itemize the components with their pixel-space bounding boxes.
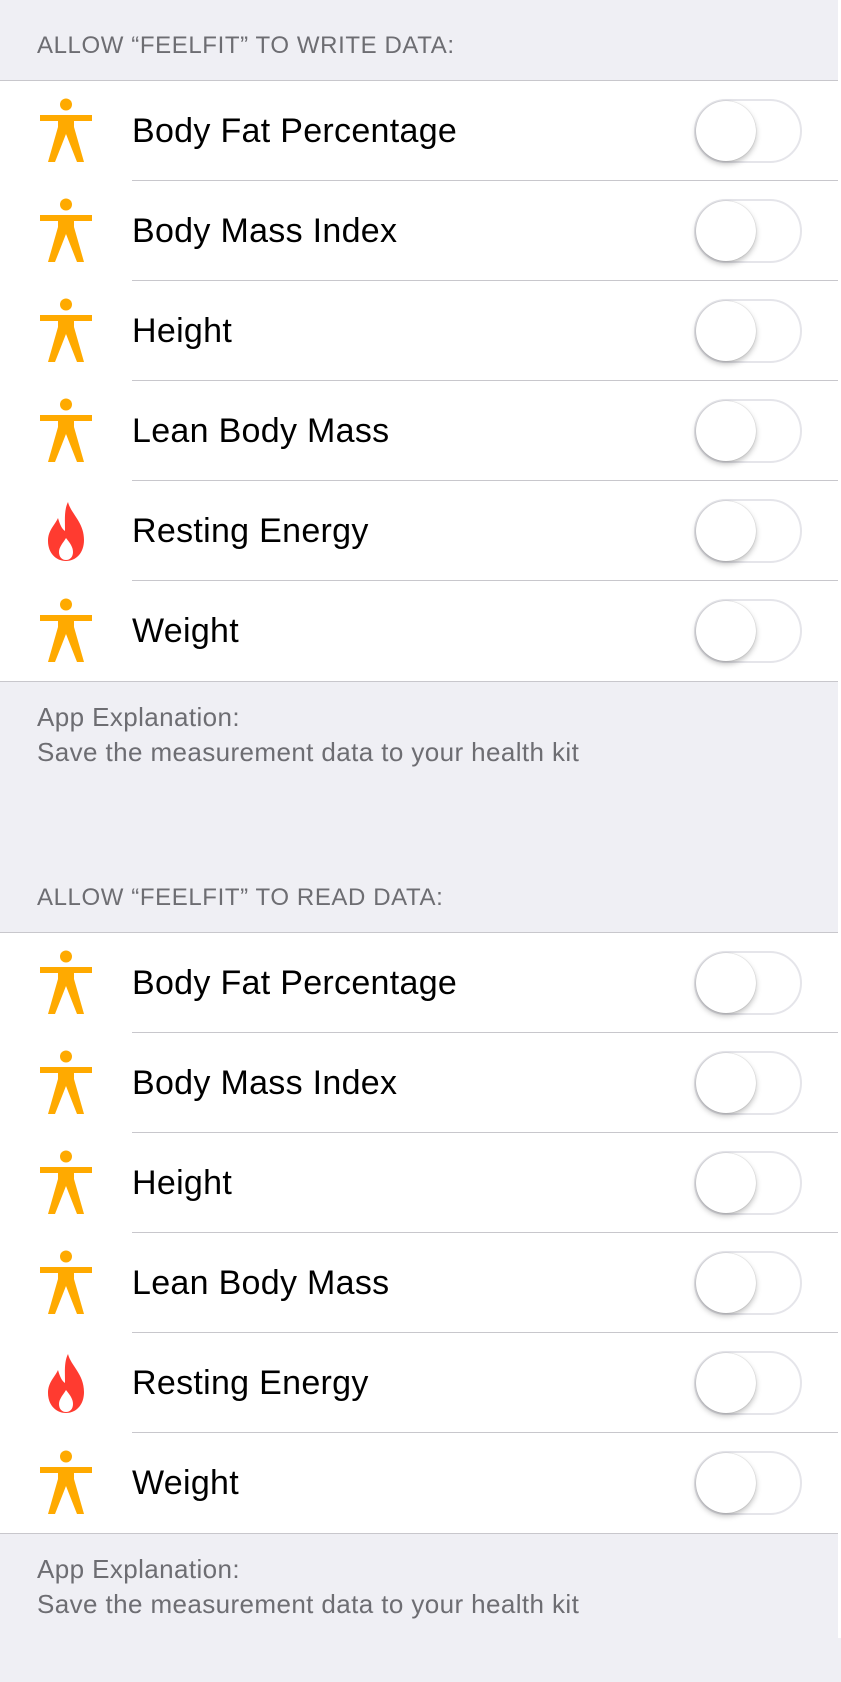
toggle-knob <box>696 1453 756 1513</box>
write-row-weight[interactable]: Weight <box>0 581 838 681</box>
body-mass-index-write-toggle[interactable] <box>694 199 802 263</box>
write-row-height[interactable]: Height <box>0 281 838 381</box>
row-label: Body Mass Index <box>132 211 398 250</box>
body-figure-icon <box>38 1250 94 1316</box>
toggle-knob <box>696 1053 756 1113</box>
read-section-header: ALLOW “FEELFIT” TO READ DATA: <box>37 884 444 911</box>
row-label: Lean Body Mass <box>132 1263 390 1302</box>
height-read-toggle[interactable] <box>694 1151 802 1215</box>
read-row-weight[interactable]: Weight <box>0 1433 838 1533</box>
body-figure-icon <box>38 98 94 164</box>
write-row-body-mass-index[interactable]: Body Mass Index <box>0 181 838 281</box>
read-row-height[interactable]: Height <box>0 1133 838 1233</box>
weight-read-toggle[interactable] <box>694 1451 802 1515</box>
body-figure-icon <box>38 1050 94 1116</box>
row-label: Resting Energy <box>132 511 369 550</box>
body-figure-icon <box>38 950 94 1016</box>
read-row-lean-body-mass[interactable]: Lean Body Mass <box>0 1233 838 1333</box>
body-figure-icon <box>38 1150 94 1216</box>
row-label: Weight <box>132 1463 240 1502</box>
row-label: Weight <box>132 611 240 650</box>
footer-text: Save the measurement data to your health… <box>37 1589 580 1619</box>
flame-icon <box>38 498 94 564</box>
body-mass-index-read-toggle[interactable] <box>694 1051 802 1115</box>
body-figure-icon <box>38 198 94 264</box>
body-figure-icon <box>38 398 94 464</box>
row-label: Resting Energy <box>132 1363 369 1402</box>
toggle-knob <box>696 101 756 161</box>
resting-energy-read-toggle[interactable] <box>694 1351 802 1415</box>
lean-body-mass-read-toggle[interactable] <box>694 1251 802 1315</box>
body-figure-icon <box>38 298 94 364</box>
write-permissions-list: Body Fat Percentage Body Mass Index Heig… <box>0 80 838 682</box>
write-row-body-fat-percentage[interactable]: Body Fat Percentage <box>0 81 838 181</box>
toggle-knob <box>696 401 756 461</box>
read-row-body-mass-index[interactable]: Body Mass Index <box>0 1033 838 1133</box>
toggle-knob <box>696 501 756 561</box>
read-section-footer: App Explanation: Save the measurement da… <box>0 1534 841 1682</box>
row-label: Body Fat Percentage <box>132 111 458 150</box>
footer-title: App Explanation: <box>37 702 240 732</box>
flame-icon <box>38 1350 94 1416</box>
read-permissions-list: Body Fat Percentage Body Mass Index Heig… <box>0 932 838 1534</box>
write-section-footer: App Explanation: Save the measurement da… <box>0 682 841 852</box>
toggle-knob <box>696 1353 756 1413</box>
toggle-knob <box>696 201 756 261</box>
row-label: Body Fat Percentage <box>132 963 458 1002</box>
toggle-knob <box>696 1153 756 1213</box>
resting-energy-write-toggle[interactable] <box>694 499 802 563</box>
footer-text: Save the measurement data to your health… <box>37 737 580 767</box>
body-figure-icon <box>38 598 94 664</box>
lean-body-mass-write-toggle[interactable] <box>694 399 802 463</box>
height-write-toggle[interactable] <box>694 299 802 363</box>
write-section-header: ALLOW “FEELFIT” TO WRITE DATA: <box>37 32 455 59</box>
row-label: Body Mass Index <box>132 1063 398 1102</box>
row-label: Height <box>132 311 233 350</box>
toggle-knob <box>696 1253 756 1313</box>
read-row-resting-energy[interactable]: Resting Energy <box>0 1333 838 1433</box>
body-fat-percentage-read-toggle[interactable] <box>694 951 802 1015</box>
footer-title: App Explanation: <box>37 1554 240 1584</box>
write-row-resting-energy[interactable]: Resting Energy <box>0 481 838 581</box>
health-permissions-screen: ALLOW “FEELFIT” TO WRITE DATA: Body Fat … <box>0 0 841 1638</box>
body-figure-icon <box>38 1450 94 1516</box>
toggle-knob <box>696 953 756 1013</box>
toggle-knob <box>696 601 756 661</box>
row-label: Lean Body Mass <box>132 411 390 450</box>
body-fat-percentage-write-toggle[interactable] <box>694 99 802 163</box>
weight-write-toggle[interactable] <box>694 599 802 663</box>
row-label: Height <box>132 1163 233 1202</box>
toggle-knob <box>696 301 756 361</box>
write-row-lean-body-mass[interactable]: Lean Body Mass <box>0 381 838 481</box>
read-row-body-fat-percentage[interactable]: Body Fat Percentage <box>0 933 838 1033</box>
